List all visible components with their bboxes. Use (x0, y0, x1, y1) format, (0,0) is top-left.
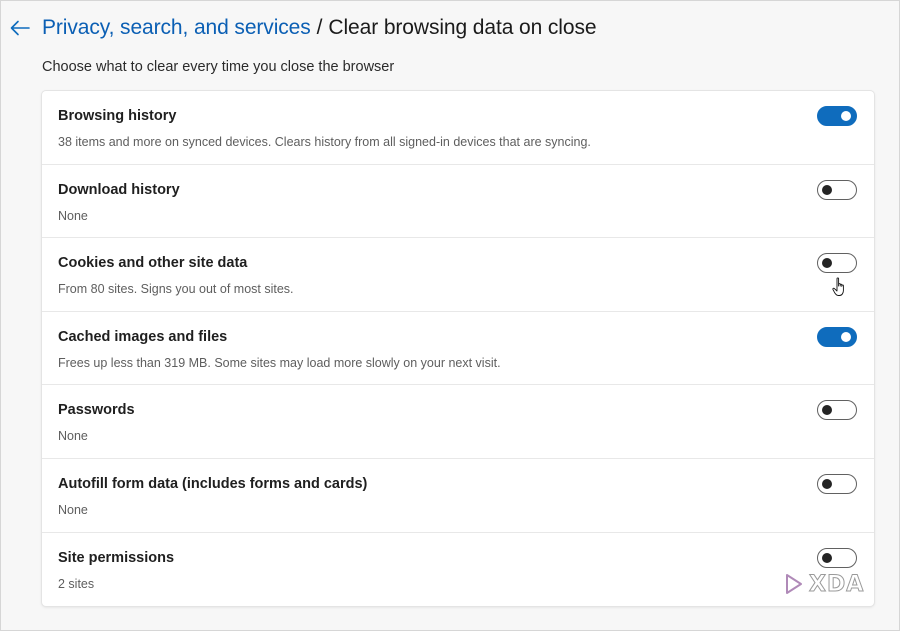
toggle-knob (822, 405, 832, 416)
breadcrumb: Privacy, search, and services / Clear brow… (42, 14, 597, 42)
page-subtitle: Choose what to clear every time you clos… (42, 59, 395, 75)
option-toggle[interactable] (817, 400, 857, 421)
option-toggle[interactable] (817, 547, 857, 568)
option-title: Browsing history (58, 108, 177, 124)
option-toggle[interactable] (817, 253, 857, 274)
page-header: Privacy, search, and services / Clear brow… (8, 12, 597, 44)
toggle-knob (822, 258, 832, 269)
options-card: Browsing history 38 items and more on syn… (42, 91, 874, 606)
option-toggle[interactable] (817, 106, 857, 126)
option-description: None (58, 208, 88, 223)
option-title: Autofill form data (includes forms and c… (58, 475, 368, 492)
option-title: Passwords (58, 402, 135, 419)
breadcrumb-separator: / (316, 16, 323, 39)
back-arrow-icon (10, 20, 30, 36)
toggle-knob (822, 478, 832, 489)
toggle-knob (841, 111, 851, 121)
option-title: Site permissions (58, 549, 175, 566)
back-button[interactable] (8, 16, 32, 40)
option-row: Autofill form data (includes forms and c… (42, 459, 874, 533)
option-description: None (58, 429, 88, 444)
option-row: Site permissions 2 sites (42, 533, 874, 606)
option-toggle[interactable] (817, 326, 857, 347)
watermark-text: XDA (808, 571, 865, 597)
page-title: Clear browsing data on close (328, 16, 597, 39)
option-row: Browsing history 38 items and more on syn… (42, 91, 874, 165)
option-description: Frees up less than 319 MB. Some sites ma… (58, 355, 501, 370)
option-description: None (58, 502, 88, 517)
breadcrumb-parent-link[interactable]: Privacy, search, and services (42, 16, 311, 39)
option-row: Cached images and files Frees up less tha… (42, 312, 874, 386)
toggle-knob (841, 331, 851, 342)
option-description: From 80 sites. Signs you out of most sit… (58, 282, 294, 297)
option-description: 2 sites (58, 576, 95, 591)
option-row: Cookies and other site data From 80 sites… (42, 238, 874, 312)
option-title: Download history (58, 181, 180, 198)
option-title: Cookies and other site data (58, 255, 248, 272)
option-toggle[interactable] (817, 179, 857, 200)
option-description: 38 items and more on synced devices. Cle… (58, 135, 591, 149)
option-row: Passwords None (42, 385, 874, 459)
option-row: Download history None (42, 165, 874, 239)
option-toggle[interactable] (817, 473, 857, 494)
option-title: Cached images and files (58, 328, 228, 345)
xda-watermark: XDA (783, 571, 869, 597)
xda-logo-icon (786, 574, 802, 594)
toggle-knob (822, 184, 832, 195)
toggle-knob (822, 552, 832, 563)
hand-pointer-icon (832, 277, 844, 296)
